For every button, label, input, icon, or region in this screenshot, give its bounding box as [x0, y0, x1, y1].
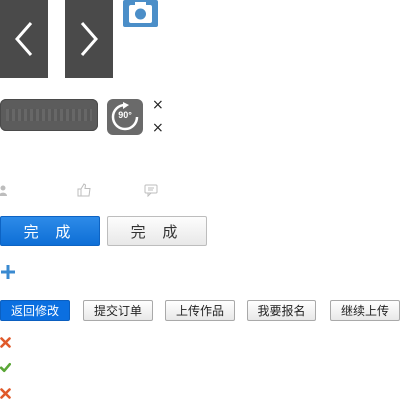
chevron-left-icon	[15, 22, 33, 56]
check-icon	[0, 362, 11, 373]
rotate-button[interactable]: 90°	[107, 99, 143, 135]
close-icon[interactable]: ×	[152, 121, 164, 135]
user-icon[interactable]	[0, 183, 12, 197]
continue-upload-button[interactable]: 继续上传	[330, 300, 400, 321]
chevron-right-icon	[80, 22, 98, 56]
submit-order-button[interactable]: 提交订单	[83, 300, 153, 321]
sign-up-button[interactable]: 我要报名	[247, 300, 316, 321]
upload-work-button[interactable]: 上传作品	[165, 300, 235, 321]
texture-bar	[0, 99, 98, 131]
done-button-secondary[interactable]: 完 成	[107, 216, 207, 246]
like-icon[interactable]	[77, 183, 91, 197]
plus-icon[interactable]	[0, 264, 16, 280]
prev-button[interactable]	[0, 0, 48, 78]
cross-icon	[0, 388, 11, 399]
back-edit-button[interactable]: 返回修改	[0, 300, 70, 321]
comment-icon[interactable]	[144, 183, 158, 197]
camera-icon	[129, 2, 152, 23]
camera-button[interactable]	[123, 0, 158, 27]
rotate-label: 90°	[118, 110, 132, 120]
close-icon[interactable]: ×	[152, 98, 164, 112]
done-button-primary[interactable]: 完 成	[0, 216, 100, 246]
next-button[interactable]	[65, 0, 113, 78]
cross-icon	[0, 337, 11, 348]
